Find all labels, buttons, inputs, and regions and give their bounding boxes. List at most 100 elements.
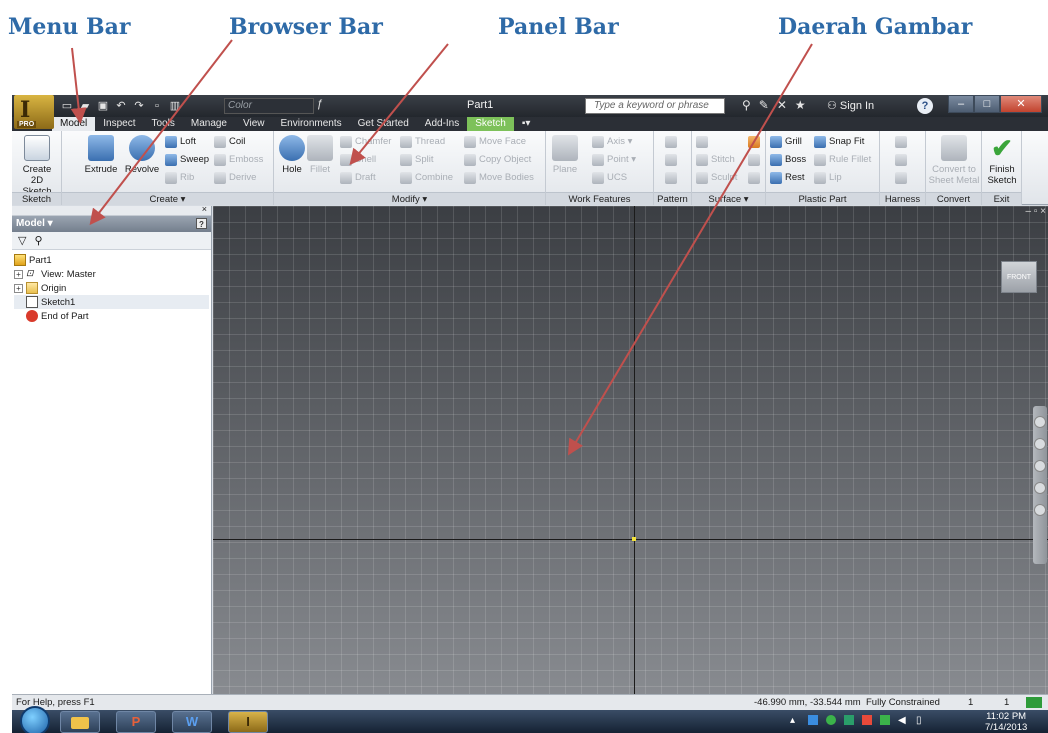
combine-button[interactable]: Combine: [400, 171, 453, 185]
close-button[interactable]: ✕: [1000, 95, 1042, 113]
harness-button-2[interactable]: [895, 153, 907, 167]
open-icon[interactable]: ▰: [78, 99, 92, 113]
ribbon-options-icon[interactable]: ▪▾: [514, 117, 539, 131]
tree-item-sketch[interactable]: Sketch1: [14, 295, 209, 309]
grill-button[interactable]: Grill: [770, 135, 802, 149]
axis-button[interactable]: Axis ▾: [592, 135, 632, 149]
thicken-button[interactable]: [696, 135, 708, 149]
thread-button[interactable]: Thread: [400, 135, 445, 149]
viewcube[interactable]: FRONT: [1001, 261, 1037, 293]
stitch-button[interactable]: Stitch: [696, 153, 735, 167]
undo-icon[interactable]: ↶: [114, 99, 128, 113]
loft-button[interactable]: Loft: [165, 135, 196, 149]
start-button[interactable]: [20, 706, 50, 733]
snap-fit-button[interactable]: Snap Fit: [814, 135, 864, 149]
browser-close-icon[interactable]: ×: [202, 204, 207, 214]
create-group-label[interactable]: Create ▾: [62, 192, 273, 205]
split-button[interactable]: Split: [400, 153, 433, 167]
battery-icon[interactable]: ▯: [916, 715, 926, 726]
boss-button[interactable]: Boss: [770, 153, 806, 167]
volume-icon[interactable]: ◀: [898, 715, 908, 726]
harness-button-1[interactable]: [895, 135, 907, 149]
fillet-button[interactable]: Fillet: [306, 135, 334, 175]
chamfer-button[interactable]: Chamfer: [340, 135, 391, 149]
trim-button[interactable]: [748, 153, 760, 167]
look-at-icon[interactable]: [1034, 504, 1046, 516]
point-button[interactable]: Point ▾: [592, 153, 636, 167]
finish-sketch-button[interactable]: ✔ Finish Sketch: [984, 135, 1020, 186]
tab-manage[interactable]: Manage: [183, 117, 235, 131]
select-icon[interactable]: ▫: [150, 99, 164, 113]
tray-alert-icon[interactable]: [862, 715, 872, 725]
tab-add-ins[interactable]: Add-Ins: [417, 117, 467, 131]
rib-button[interactable]: Rib: [165, 171, 194, 185]
tray-expand-icon[interactable]: ▴: [790, 715, 800, 726]
zoom-icon[interactable]: [1034, 460, 1046, 472]
harness-button-3[interactable]: [895, 171, 907, 185]
maximize-button[interactable]: □: [974, 95, 1000, 113]
find-icon[interactable]: ⚲: [34, 234, 42, 247]
browser-grip[interactable]: ×: [12, 204, 211, 216]
lip-button[interactable]: Lip: [814, 171, 842, 185]
origin-point[interactable]: [632, 537, 636, 541]
tray-network-icon[interactable]: [826, 715, 836, 725]
shell-button[interactable]: Shell: [340, 153, 376, 167]
wrench-icon[interactable]: ✎: [759, 98, 769, 112]
steering-wheel-icon[interactable]: [1034, 416, 1046, 428]
move-face-button[interactable]: Move Face: [464, 135, 526, 149]
derive-button[interactable]: Derive: [214, 171, 256, 185]
rule-fillet-button[interactable]: Rule Fillet: [814, 153, 871, 167]
mirror-button[interactable]: [665, 171, 677, 185]
surface-group-label[interactable]: Surface ▾: [692, 192, 765, 205]
comm-center-icon[interactable]: ✕: [777, 98, 787, 112]
help-button[interactable]: ?: [917, 98, 933, 114]
drawing-area[interactable]: – ▫ × FRONT Y X: [213, 206, 1048, 733]
tab-inspect[interactable]: Inspect: [95, 117, 143, 131]
tray-update-icon[interactable]: [880, 715, 890, 725]
patch-button[interactable]: [748, 135, 760, 149]
expand-icon[interactable]: +: [14, 269, 23, 279]
tab-view[interactable]: View: [235, 117, 273, 131]
browser-header[interactable]: Model ▾ ?: [12, 216, 211, 232]
draft-button[interactable]: Draft: [340, 171, 376, 185]
move-bodies-button[interactable]: Move Bodies: [464, 171, 534, 185]
coil-button[interactable]: Coil: [214, 135, 245, 149]
browser-help-icon[interactable]: ?: [196, 218, 207, 229]
delete-face-button[interactable]: [748, 171, 760, 185]
taskbar-word[interactable]: W: [172, 711, 212, 733]
revolve-button[interactable]: Revolve: [122, 135, 162, 175]
convert-sheet-metal-button[interactable]: Convert to Sheet Metal: [928, 135, 980, 186]
tab-environments[interactable]: Environments: [273, 117, 350, 131]
circular-pattern-button[interactable]: [665, 153, 677, 167]
extrude-button[interactable]: Extrude: [84, 135, 118, 175]
tray-security-icon[interactable]: [844, 715, 854, 725]
hole-button[interactable]: Hole: [278, 135, 306, 175]
sculpt-button[interactable]: Sculpt: [696, 171, 737, 185]
emboss-button[interactable]: Emboss: [214, 153, 263, 167]
tree-item-origin[interactable]: + Origin: [14, 281, 209, 295]
taskbar-inventor[interactable]: I: [228, 711, 268, 733]
redo-icon[interactable]: ↷: [132, 99, 146, 113]
orbit-icon[interactable]: [1034, 482, 1046, 494]
taskbar-clock[interactable]: 11:02 PM 7/14/2013: [985, 711, 1027, 733]
modify-group-label[interactable]: Modify ▾: [274, 192, 545, 205]
application-menu-button[interactable]: I PRO: [14, 95, 54, 129]
update-icon[interactable]: ▥: [168, 99, 182, 113]
binoculars-icon[interactable]: ⚲: [742, 98, 751, 112]
tray-app-icon[interactable]: [808, 715, 818, 725]
plane-button[interactable]: Plane: [550, 135, 580, 175]
ucs-button[interactable]: UCS: [592, 171, 627, 185]
save-icon[interactable]: ▣: [96, 99, 110, 113]
color-dropdown[interactable]: Color: [224, 98, 314, 114]
tree-item-view[interactable]: + ⊡ View: Master: [14, 267, 209, 281]
tab-sketch[interactable]: Sketch: [467, 117, 514, 131]
tab-model[interactable]: Model: [52, 117, 96, 131]
taskbar-powerpoint[interactable]: P: [116, 711, 156, 733]
canvas-window-controls[interactable]: – ▫ ×: [1025, 206, 1046, 217]
tab-get-started[interactable]: Get Started: [350, 117, 417, 131]
expand-icon[interactable]: +: [14, 283, 23, 293]
rest-button[interactable]: Rest: [770, 171, 805, 185]
rectangular-pattern-button[interactable]: [665, 135, 677, 149]
sign-in-link[interactable]: ⚇ Sign In: [827, 99, 874, 112]
filter-icon[interactable]: ▽: [18, 234, 26, 247]
